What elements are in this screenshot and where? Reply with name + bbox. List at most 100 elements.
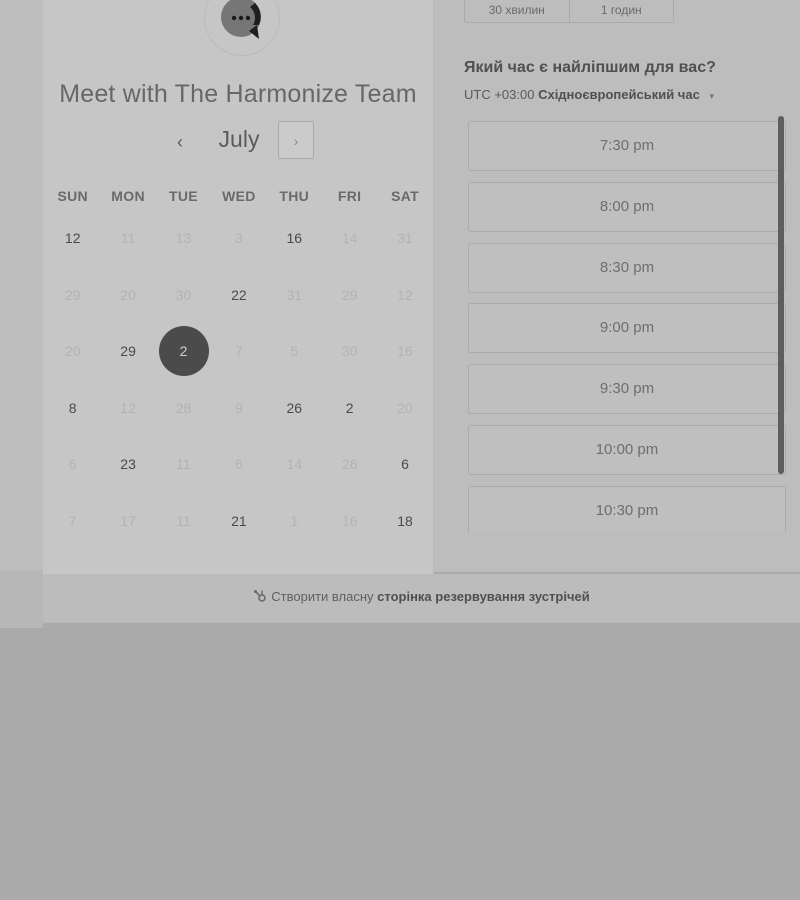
calendar-day-number: 11: [176, 456, 191, 473]
calendar-day-number: 20: [397, 399, 413, 416]
weekday-header: SUN MON TUE WED THU FRI SAT: [45, 188, 433, 208]
prev-month-button[interactable]: ‹: [163, 124, 197, 160]
duration-option-1-hour[interactable]: 1 годин: [568, 0, 674, 22]
footer-create-booking-page[interactable]: Створити власну сторінка резервування зу…: [43, 574, 800, 623]
calendar-day: 1: [267, 493, 322, 550]
calendar-day-selected[interactable]: 2: [156, 323, 211, 380]
calendar-day: 20: [377, 380, 432, 437]
calendar-day[interactable]: 8: [45, 380, 100, 437]
calendar-day-grid: 12 11 13 3 16 14 31 29 20 30 22 31 29 12 20 29 2 7 5 30 16 8 1…: [45, 210, 433, 550]
calendar-day-number: 26: [341, 456, 358, 473]
calendar-day: 31: [267, 267, 322, 324]
time-slot-button[interactable]: 8:30 pm: [468, 242, 786, 293]
calendar-day-number: 12: [397, 286, 413, 303]
scrollbar[interactable]: [778, 116, 784, 474]
time-slot-button[interactable]: 7:30 pm: [468, 121, 786, 171]
calendar-day: 12: [377, 267, 432, 324]
calendar-day: 7: [45, 493, 100, 550]
calendar-day: 14: [322, 210, 377, 267]
page-title: Meet with The Harmonize Team: [59, 80, 417, 108]
calendar-day-number: 31: [397, 230, 413, 246]
footer-text: Створити власну: [271, 589, 374, 604]
calendar-day: 20: [100, 267, 155, 324]
calendar-day-number: 9: [234, 399, 243, 416]
calendar-day: 26: [322, 436, 377, 493]
calendar-day[interactable]: 12: [45, 210, 100, 267]
calendar-day-number: 14: [341, 230, 358, 246]
calendar-day: 14: [267, 436, 322, 493]
calendar-day[interactable]: 26: [267, 380, 322, 437]
calendar-day-number: 7: [68, 512, 77, 529]
calendar-day: 17: [100, 493, 155, 550]
calendar-day-number: 20: [120, 286, 136, 303]
calendar-day[interactable]: 22: [211, 267, 266, 324]
calendar-day-number: 6: [401, 456, 409, 473]
duration-option-30-min[interactable]: 30 хвилин: [465, 0, 569, 22]
calendar-day-number: 2: [345, 399, 354, 416]
time-slot-list: 7:30 pm 8:00 pm 8:30 pm 9:00 pm 9:30 pm …: [468, 121, 786, 533]
calendar-day-number: 6: [234, 456, 243, 473]
calendar-day: 31: [377, 210, 432, 267]
timezone-selector[interactable]: UTC +03:00 Східноєвропейський час ▾: [464, 87, 714, 102]
calendar-day-number: 1: [290, 512, 299, 529]
calendar-day: 6: [45, 436, 100, 493]
weekday-label: MON: [111, 188, 145, 204]
calendar-day[interactable]: 18: [377, 493, 432, 550]
calendar-day-number: 7: [234, 343, 243, 360]
calendar-day: 13: [156, 210, 211, 267]
calendar-day-number: 3: [234, 230, 243, 246]
calendar-day-number: 30: [175, 286, 192, 303]
calendar-day: 11: [156, 493, 211, 550]
calendar-day: 20: [45, 323, 100, 380]
calendar-day: 3: [211, 210, 266, 267]
calendar-day-number: 16: [397, 343, 413, 360]
calendar-day-number: 29: [64, 286, 81, 303]
calendar-day-number: 14: [286, 456, 303, 473]
avatar-frame: [204, 0, 280, 56]
calendar-day: 30: [156, 267, 211, 324]
next-month-button[interactable]: ›: [278, 121, 314, 159]
chat-bubble-icon: [221, 0, 261, 39]
calendar-day[interactable]: 16: [267, 210, 322, 267]
calendar-day: 12: [100, 380, 155, 437]
calendar-day-number: 11: [120, 230, 136, 246]
time-slot-button[interactable]: 9:30 pm: [468, 364, 786, 415]
calendar-day[interactable]: 6: [377, 436, 432, 493]
time-slot-button[interactable]: 10:00 pm: [468, 424, 786, 475]
calendar-day-number: 31: [286, 286, 303, 303]
calendar-panel: Meet with The Harmonize Team ‹ July › SU…: [42, 0, 434, 574]
calendar-day-number: 12: [64, 230, 81, 246]
calendar-day: 9: [211, 380, 266, 437]
calendar-day-number: 6: [68, 456, 77, 473]
calendar-day-number: 17: [120, 512, 136, 529]
calendar-day-number: 29: [120, 343, 136, 360]
time-slot-button[interactable]: 10:30 pm: [468, 485, 786, 533]
calendar-day[interactable]: 29: [100, 323, 155, 380]
timezone-offset: UTC +03:00: [464, 87, 535, 102]
timezone-name: Східноєвропейський час: [538, 87, 700, 102]
calendar-day: 11: [100, 210, 155, 267]
calendar-day-number: 29: [341, 286, 358, 303]
calendar-day-number: 5: [290, 343, 299, 360]
calendar-day[interactable]: 21: [211, 493, 266, 550]
month-label: July: [218, 126, 260, 152]
sprocket-icon: [254, 590, 267, 602]
page-edge: [0, 570, 43, 628]
weekday-label: TUE: [169, 188, 198, 204]
calendar-day-number: 13: [175, 230, 192, 246]
calendar-day-number: 28: [175, 399, 192, 416]
time-slot-button[interactable]: 9:00 pm: [468, 303, 786, 354]
calendar-day: 6: [211, 436, 266, 493]
footer-link[interactable]: сторінка резервування зустрічей: [377, 589, 590, 604]
calendar-day-number: 22: [231, 286, 247, 303]
calendar-day: 5: [267, 323, 322, 380]
time-slot-button[interactable]: 8:00 pm: [468, 181, 786, 232]
weekday-label: THU: [279, 188, 310, 204]
calendar-day-number: 2: [179, 343, 188, 360]
calendar-day-number: 11: [176, 512, 191, 529]
calendar-day: 29: [45, 267, 100, 324]
calendar-day-number: 8: [68, 399, 77, 416]
calendar-day[interactable]: 23: [100, 436, 155, 493]
calendar-day[interactable]: 2: [322, 380, 377, 437]
calendar-day: 29: [322, 267, 377, 324]
